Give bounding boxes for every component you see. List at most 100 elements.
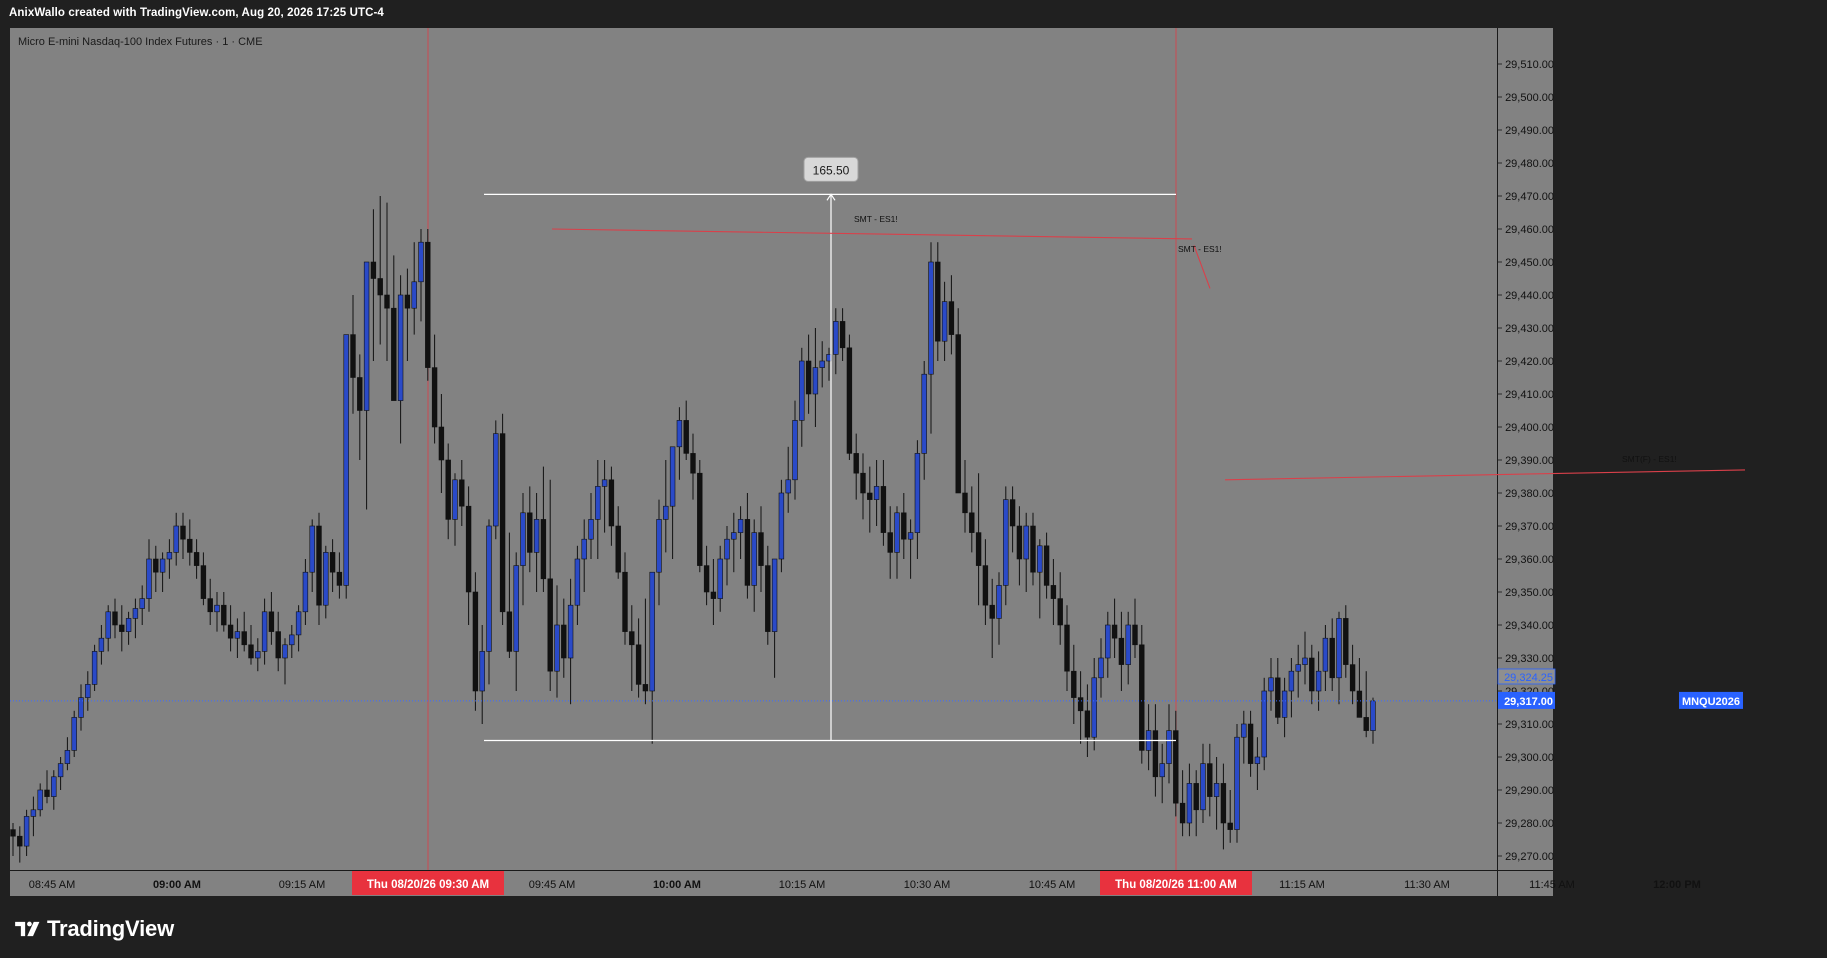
candle-down[interactable] xyxy=(540,519,547,580)
candle-up[interactable] xyxy=(343,334,349,586)
candle-up[interactable] xyxy=(785,479,791,494)
candle-down[interactable] xyxy=(1057,598,1063,626)
candle-up[interactable] xyxy=(1288,670,1295,692)
candle-down[interactable] xyxy=(853,453,859,474)
candle-down[interactable] xyxy=(1064,624,1070,672)
candle-up[interactable] xyxy=(234,631,241,639)
candle-up[interactable] xyxy=(1254,756,1261,764)
candle-up[interactable] xyxy=(98,637,105,652)
candle-up[interactable] xyxy=(125,618,132,632)
candle-up[interactable] xyxy=(1315,670,1322,692)
candle-up[interactable] xyxy=(799,360,805,421)
candle-up[interactable] xyxy=(363,261,370,411)
candle-up[interactable] xyxy=(1098,657,1104,679)
candle-up[interactable] xyxy=(166,552,173,560)
candle-up[interactable] xyxy=(717,558,723,599)
candle-down[interactable] xyxy=(472,591,479,692)
candle-up[interactable] xyxy=(601,479,608,487)
candle-down[interactable] xyxy=(316,525,322,606)
candle-down[interactable] xyxy=(207,598,213,613)
candle-up[interactable] xyxy=(833,321,839,355)
candle-down[interactable] xyxy=(765,565,771,632)
candle-up[interactable] xyxy=(649,571,655,692)
candle-down[interactable] xyxy=(887,532,893,553)
smt-label-2[interactable]: SMT - ES1! xyxy=(1178,244,1222,254)
candle-up[interactable] xyxy=(1166,730,1172,764)
candle-up[interactable] xyxy=(554,624,560,672)
candle-down[interactable] xyxy=(703,565,710,593)
candle-up[interactable] xyxy=(928,261,934,375)
candle-up[interactable] xyxy=(71,717,77,751)
candle-down[interactable] xyxy=(1009,499,1016,527)
candle-down[interactable] xyxy=(1030,525,1036,573)
candle-down[interactable] xyxy=(336,571,343,586)
candle-down[interactable] xyxy=(1329,637,1335,679)
candle-down[interactable] xyxy=(527,512,533,553)
candle-down[interactable] xyxy=(1227,822,1233,830)
candle-down[interactable] xyxy=(350,334,356,378)
candle-up[interactable] xyxy=(588,519,594,540)
chart-pane[interactable] xyxy=(10,28,1497,870)
candle-up[interactable] xyxy=(323,552,329,606)
candle-up[interactable] xyxy=(819,360,825,368)
candle-up[interactable] xyxy=(1241,723,1247,738)
candle-down[interactable] xyxy=(1043,545,1050,586)
candle-down[interactable] xyxy=(615,525,621,573)
candle-down[interactable] xyxy=(445,459,451,520)
candle-up[interactable] xyxy=(663,505,669,520)
candle-up[interactable] xyxy=(23,816,30,847)
candle-up[interactable] xyxy=(873,486,880,500)
price-axis[interactable] xyxy=(1498,28,1553,870)
candle-down[interactable] xyxy=(1309,657,1315,692)
candle-up[interactable] xyxy=(941,301,948,342)
candle-down[interactable] xyxy=(221,604,227,626)
tradingview-logo[interactable]: TradingView xyxy=(12,916,174,942)
candle-up[interactable] xyxy=(1200,763,1206,811)
candle-down[interactable] xyxy=(431,367,438,428)
candle-down[interactable] xyxy=(1016,525,1023,560)
candle-down[interactable] xyxy=(377,278,383,296)
candle-down[interactable] xyxy=(1152,730,1159,778)
candle-down[interactable] xyxy=(248,644,254,659)
candle-up[interactable] xyxy=(731,532,737,540)
candle-down[interactable] xyxy=(697,472,703,566)
candle-down[interactable] xyxy=(683,420,689,454)
candle-down[interactable] xyxy=(370,261,377,279)
candle-down[interactable] xyxy=(187,538,193,553)
candle-up[interactable] xyxy=(289,634,295,646)
candle-up[interactable] xyxy=(397,294,404,401)
candle-down[interactable] xyxy=(758,532,764,566)
candle-up[interactable] xyxy=(792,420,798,481)
candle-up[interactable] xyxy=(581,538,587,560)
candle-down[interactable] xyxy=(1193,783,1199,811)
candle-down[interactable] xyxy=(948,301,955,335)
candle-down[interactable] xyxy=(1343,618,1349,665)
candle-down[interactable] xyxy=(1071,670,1077,698)
candle-down[interactable] xyxy=(357,377,363,411)
candle-up[interactable] xyxy=(1159,763,1165,778)
candle-down[interactable] xyxy=(805,360,812,395)
candle-down[interactable] xyxy=(629,631,635,646)
candle-down[interactable] xyxy=(989,604,995,619)
candle-down[interactable] xyxy=(608,479,615,527)
candle-up[interactable] xyxy=(1125,624,1131,665)
candle-down[interactable] xyxy=(1247,723,1254,764)
candle-up[interactable] xyxy=(669,446,676,507)
candle-down[interactable] xyxy=(1179,802,1186,824)
candle-up[interactable] xyxy=(418,241,424,283)
candle-down[interactable] xyxy=(955,334,961,494)
candle-down[interactable] xyxy=(119,624,125,632)
candle-down[interactable] xyxy=(1349,664,1356,692)
candle-down[interactable] xyxy=(391,307,397,401)
candle-down[interactable] xyxy=(227,624,234,639)
candle-down[interactable] xyxy=(867,492,873,500)
candle-up[interactable] xyxy=(105,611,111,639)
candle-down[interactable] xyxy=(268,611,275,632)
candle-down[interactable] xyxy=(1356,690,1363,718)
candle-up[interactable] xyxy=(486,525,492,652)
candle-down[interactable] xyxy=(561,624,567,659)
candle-up[interactable] xyxy=(520,512,526,566)
candle-down[interactable] xyxy=(17,835,23,847)
candle-up[interactable] xyxy=(51,776,57,797)
candle-down[interactable] xyxy=(846,347,853,454)
